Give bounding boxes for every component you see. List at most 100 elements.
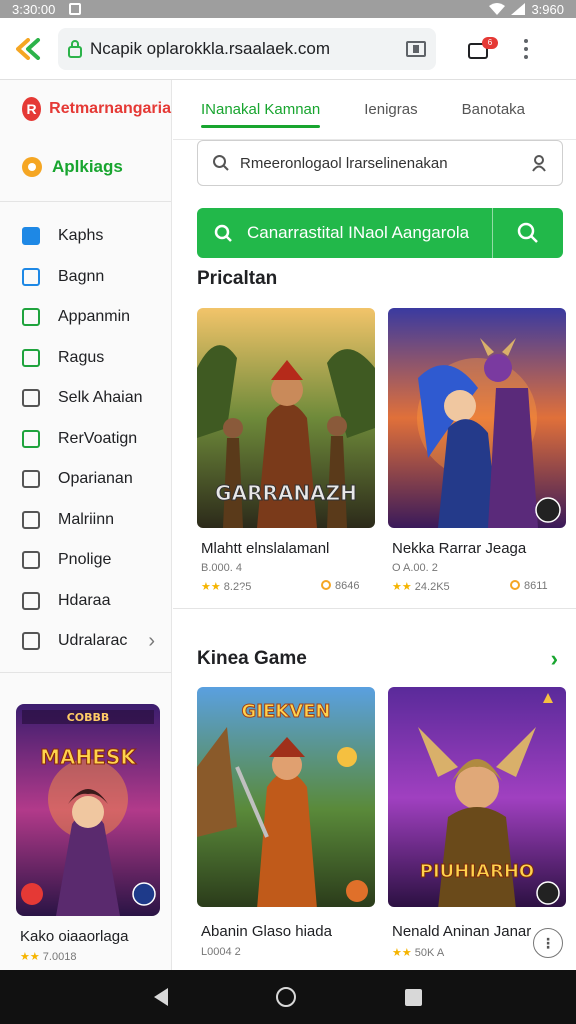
game-card-2[interactable] xyxy=(388,308,566,528)
browser-toolbar: Ncapik oplarokkla.rsaalaek.com 6 xyxy=(0,18,576,80)
category-tab[interactable]: INanakal Kamnan xyxy=(201,80,321,140)
rating-value: 24.2K5 xyxy=(414,581,450,593)
rating-stars: ★★ xyxy=(201,581,221,593)
category-tabs: INanakal Kamnan Ienigras Banotaka xyxy=(173,80,576,140)
featured-game-card[interactable]: COBBB MAHESK xyxy=(16,704,160,916)
sidebar-item[interactable]: Appanmin xyxy=(0,297,171,338)
sidebar-item[interactable]: RerVoatign xyxy=(0,419,171,460)
sidebar-item-label: Malriinn xyxy=(58,510,115,528)
promo-label: Canarrastital INaol Aangarola xyxy=(197,208,493,258)
check-icon xyxy=(22,389,40,408)
sidebar-item-label: Appanmin xyxy=(58,308,131,326)
dot-icon xyxy=(524,38,528,43)
wifi-icon xyxy=(489,3,506,15)
reader-mode-icon[interactable] xyxy=(406,40,426,57)
card-icon xyxy=(22,348,40,367)
sidebar-brand[interactable]: R Retmarnangaria xyxy=(0,80,171,138)
game-title-3[interactable]: Abanin Glaso hiada xyxy=(201,923,332,940)
nav-home-icon[interactable] xyxy=(276,987,297,1007)
address-bar[interactable]: Ncapik oplarokkla.rsaalaek.com xyxy=(58,27,436,70)
coin-icon xyxy=(321,580,331,590)
status-time: 3:30:00 xyxy=(12,1,56,17)
checkbox-icon xyxy=(22,429,40,448)
link-icon xyxy=(22,308,40,327)
game-rating-2: ★★ 24.2K5 xyxy=(392,580,450,593)
game-count-2: 8611 xyxy=(510,580,548,592)
sidebar-item[interactable]: Udralarac › xyxy=(0,621,171,662)
game-art-2 xyxy=(388,308,566,528)
search-input[interactable]: Rmeeronlogaol lrarselinenakan xyxy=(240,155,520,172)
sidebar-menu: Kaphs Bagnn Appanmin Ragus Selk Ahaian RerVoa… xyxy=(0,202,171,662)
featured-game-title[interactable]: Kako oiaaorlaga xyxy=(20,928,128,945)
signal-icon xyxy=(511,3,526,15)
notification-icon xyxy=(69,3,82,15)
rating-stars: ★★ xyxy=(392,581,412,593)
tabs-button[interactable]: 6 xyxy=(466,35,498,63)
sidebar-apps-link[interactable]: Aplkiags xyxy=(0,138,171,196)
sidebar-item[interactable]: Oparianan xyxy=(0,459,171,500)
briefcase-icon xyxy=(22,551,40,570)
dot-icon xyxy=(524,54,528,59)
promo-banner[interactable]: Canarrastital INaol Aangarola xyxy=(197,208,563,258)
game-title-1[interactable]: Mlahtt elnslalamanl xyxy=(201,540,329,557)
game-rating-1: ★★ 8.2?5 xyxy=(201,580,251,593)
rating-value: 8.2?5 xyxy=(223,581,252,593)
back-button[interactable] xyxy=(10,29,50,69)
category-tab[interactable]: Ienigras xyxy=(364,80,417,140)
voice-search-icon[interactable] xyxy=(530,154,548,172)
promo-search-button[interactable] xyxy=(493,208,563,258)
sidebar-header: R Retmarnangaria Aplkiags xyxy=(0,80,171,202)
more-vert-icon: ⋮ xyxy=(541,934,555,951)
game-art-1: GARRANAZH xyxy=(197,308,375,528)
game-rating-4: ★★ 50K A xyxy=(392,946,444,959)
game-card-3[interactable]: GIEKVEN xyxy=(197,687,375,907)
brand-name: Retmarnangaria xyxy=(49,100,171,117)
sidebar-item[interactable]: Hdaraa xyxy=(0,581,171,622)
game-art-4: PIUHIARHO xyxy=(388,687,566,907)
overflow-menu-button[interactable] xyxy=(516,35,536,63)
game-art-3: GIEKVEN xyxy=(197,687,375,907)
game-art-title-1: GARRANAZH xyxy=(215,481,357,505)
game-card-1[interactable]: GARRANAZH xyxy=(197,308,375,528)
bag-icon xyxy=(22,510,40,529)
info-button[interactable]: ⋮ xyxy=(533,928,563,958)
nav-recents-icon[interactable] xyxy=(404,988,422,1006)
sidebar-item[interactable]: Selk Ahaian xyxy=(0,378,171,419)
rating-value: 7.0018 xyxy=(42,951,77,963)
sidebar-item-label: Pnolige xyxy=(58,551,112,569)
system-navigation-bar xyxy=(0,970,576,1024)
sidebar-item-label: Udralarac xyxy=(58,632,128,650)
sidebar-item[interactable]: Pnolige xyxy=(0,540,171,581)
lock-icon xyxy=(68,39,82,58)
checkbox-icon xyxy=(22,470,40,489)
sidebar-item[interactable]: Kaphs xyxy=(0,216,171,257)
square-icon xyxy=(22,591,40,610)
section-divider xyxy=(173,608,576,609)
category-tab[interactable]: Banotaka xyxy=(462,80,525,140)
sidebar-item[interactable]: Malriinn xyxy=(0,500,171,541)
search-icon xyxy=(517,222,538,243)
game-sub-3: L0004 2 xyxy=(201,946,241,958)
back-arrow-icon xyxy=(16,37,40,60)
sidebar-item[interactable]: Bagnn xyxy=(0,257,171,298)
toggle-icon xyxy=(22,632,40,651)
sidebar-item-label: RerVoatign xyxy=(58,429,138,447)
featured-game-rating: ★★ 7.0018 xyxy=(20,950,76,963)
promo-search-icon xyxy=(214,224,232,242)
dot-icon xyxy=(524,46,528,51)
sidebar-item-label: Selk Ahaian xyxy=(58,389,143,407)
count-value: 8646 xyxy=(335,580,360,592)
game-title-4[interactable]: Nenald Aninan Janar xyxy=(392,923,531,940)
nav-back-icon[interactable] xyxy=(154,988,169,1006)
see-more-chevron-icon[interactable]: › xyxy=(551,646,558,672)
search-box[interactable]: Rmeeronlogaol lrarselinenakan xyxy=(197,140,563,186)
camera-icon xyxy=(22,267,40,286)
coin-icon xyxy=(510,580,520,590)
search-icon xyxy=(213,155,229,171)
featured-banner-text: MAHESK xyxy=(40,745,137,769)
chevron-right-icon[interactable]: › xyxy=(148,630,155,653)
sidebar-item[interactable]: Ragus xyxy=(0,338,171,379)
battery-level: 3:960 xyxy=(531,1,564,17)
game-title-2[interactable]: Nekka Rarrar Jeaga xyxy=(392,540,526,557)
game-card-4[interactable]: PIUHIARHO xyxy=(388,687,566,907)
